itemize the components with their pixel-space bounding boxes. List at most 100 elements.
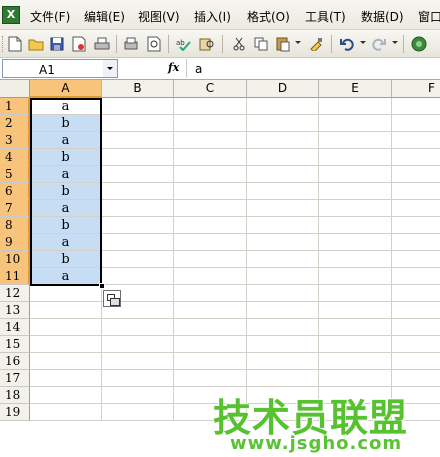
cell-e11[interactable] [319,268,392,285]
research-icon[interactable] [198,35,216,53]
cell-d7[interactable] [247,200,319,217]
cell-f13[interactable] [392,302,440,319]
cell-f9[interactable] [392,234,440,251]
menu-format[interactable]: 格式(O) [247,8,290,25]
cell-a12[interactable] [30,285,102,302]
undo-icon[interactable] [338,35,356,53]
worksheet-grid[interactable]: A B C D E F 1 a 2 b 3 a 4 b 5 a 6 b 7 a 8 b 9 a 10 b 11 a 12 13 14 15 16… [0,80,440,457]
copy-icon[interactable] [252,35,270,53]
row-header-1[interactable]: 1 [0,98,30,115]
cell-c18[interactable] [174,387,247,404]
cell-a19[interactable] [30,404,102,421]
row-header-3[interactable]: 3 [0,132,30,149]
cell-e3[interactable] [319,132,392,149]
cell-e7[interactable] [319,200,392,217]
cell-a16[interactable] [30,353,102,370]
row-header-15[interactable]: 15 [0,336,30,353]
cell-e2[interactable] [319,115,392,132]
cell-d8[interactable] [247,217,319,234]
cell-c2[interactable] [174,115,247,132]
cell-c1[interactable] [174,98,247,115]
cell-c15[interactable] [174,336,247,353]
cell-d13[interactable] [247,302,319,319]
cell-b4[interactable] [102,149,174,166]
cell-d16[interactable] [247,353,319,370]
cell-f7[interactable] [392,200,440,217]
select-all-corner[interactable] [0,80,30,98]
menu-file[interactable]: 文件(F) [30,8,70,25]
cell-e19[interactable] [319,404,392,421]
cell-f12[interactable] [392,285,440,302]
cell-d15[interactable] [247,336,319,353]
menu-edit[interactable]: 编辑(E) [84,8,125,25]
cell-c6[interactable] [174,183,247,200]
cell-d11[interactable] [247,268,319,285]
cell-b19[interactable] [102,404,174,421]
row-header-16[interactable]: 16 [0,353,30,370]
cell-b9[interactable] [102,234,174,251]
cell-d1[interactable] [247,98,319,115]
cell-e18[interactable] [319,387,392,404]
cell-e6[interactable] [319,183,392,200]
save-icon[interactable] [48,35,66,53]
print-icon[interactable] [93,35,111,53]
column-header-f[interactable]: F [392,80,440,98]
cell-f1[interactable] [392,98,440,115]
paste-icon[interactable] [274,35,292,53]
cell-a14[interactable] [30,319,102,336]
cell-e8[interactable] [319,217,392,234]
spelling-icon[interactable]: ab [175,35,193,53]
insert-function-icon[interactable]: fx [168,61,179,74]
cell-a7[interactable]: a [30,200,102,217]
cell-e10[interactable] [319,251,392,268]
column-header-a[interactable]: A [30,80,102,98]
row-header-11[interactable]: 11 [0,268,30,285]
cell-d12[interactable] [247,285,319,302]
cell-d3[interactable] [247,132,319,149]
cell-d2[interactable] [247,115,319,132]
cell-a11[interactable]: a [30,268,102,285]
redo-icon[interactable] [370,35,388,53]
cell-a8[interactable]: b [30,217,102,234]
menu-window[interactable]: 窗口 [418,8,440,25]
open-folder-icon[interactable] [27,35,45,53]
row-header-2[interactable]: 2 [0,115,30,132]
cell-f14[interactable] [392,319,440,336]
cell-d6[interactable] [247,183,319,200]
cell-d5[interactable] [247,166,319,183]
menu-view[interactable]: 视图(V) [138,8,180,25]
row-header-8[interactable]: 8 [0,217,30,234]
row-header-13[interactable]: 13 [0,302,30,319]
row-header-17[interactable]: 17 [0,370,30,387]
cell-d4[interactable] [247,149,319,166]
cell-e17[interactable] [319,370,392,387]
cell-b3[interactable] [102,132,174,149]
column-header-d[interactable]: D [247,80,319,98]
cell-d17[interactable] [247,370,319,387]
cell-a9[interactable]: a [30,234,102,251]
menu-insert[interactable]: 插入(I) [194,8,231,25]
name-box[interactable]: A1 [2,59,118,78]
menu-data[interactable]: 数据(D) [361,8,404,25]
cell-b15[interactable] [102,336,174,353]
cell-e16[interactable] [319,353,392,370]
cell-c10[interactable] [174,251,247,268]
cell-b8[interactable] [102,217,174,234]
paste-dropdown-icon[interactable] [295,41,301,44]
cell-c12[interactable] [174,285,247,302]
cell-b1[interactable] [102,98,174,115]
cell-d19[interactable] [247,404,319,421]
cell-d10[interactable] [247,251,319,268]
cell-f18[interactable] [392,387,440,404]
cell-a5[interactable]: a [30,166,102,183]
search-preview-icon[interactable] [145,35,163,53]
cell-a4[interactable]: b [30,149,102,166]
cell-b14[interactable] [102,319,174,336]
auto-fill-options-button[interactable] [103,290,121,307]
cell-b5[interactable] [102,166,174,183]
cell-f2[interactable] [392,115,440,132]
cell-c14[interactable] [174,319,247,336]
cell-a1[interactable]: a [30,98,102,115]
row-header-19[interactable]: 19 [0,404,30,421]
row-header-18[interactable]: 18 [0,387,30,404]
